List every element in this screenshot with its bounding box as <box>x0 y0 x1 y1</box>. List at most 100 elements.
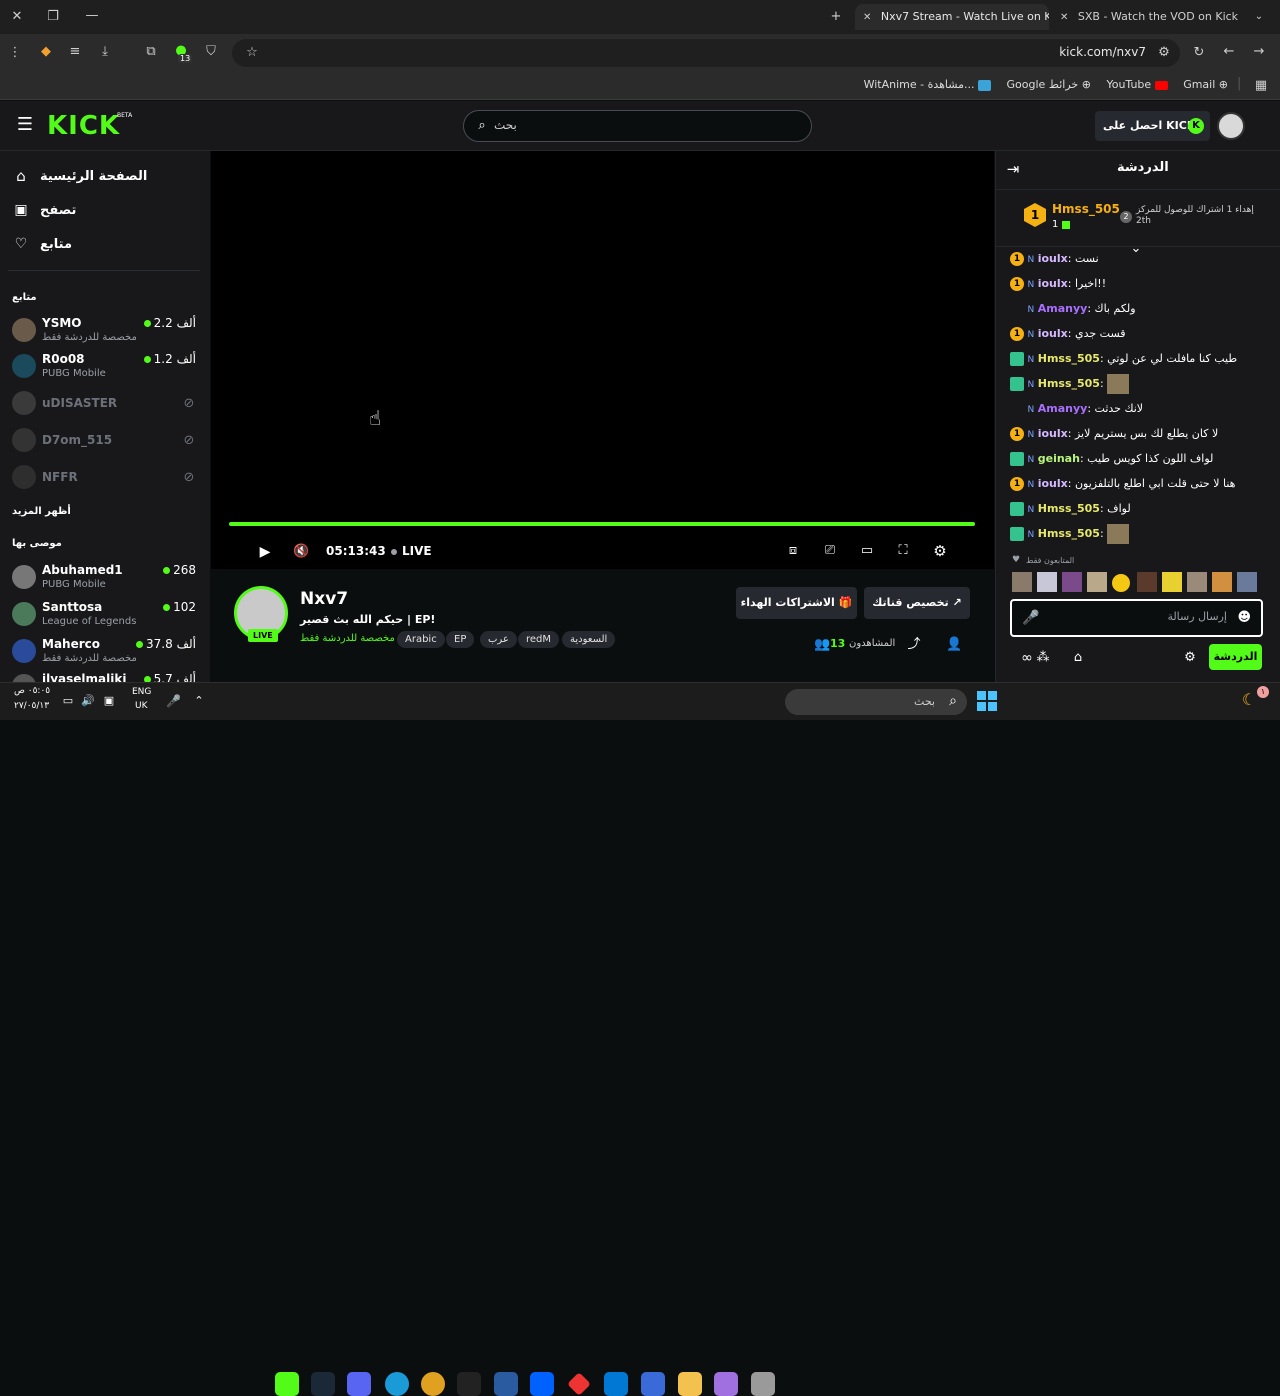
emote[interactable] <box>1062 572 1082 592</box>
chrome-icon[interactable] <box>421 1372 445 1396</box>
bookmark-google-maps[interactable]: Google خرائط ⊕ <box>1007 78 1091 91</box>
settings-gear-icon[interactable]: ⚙ <box>932 543 948 559</box>
followed-channel[interactable]: R0o08 PUBG Mobile 1.2 ألف <box>12 350 200 384</box>
emote[interactable] <box>1037 572 1057 592</box>
store-icon[interactable] <box>641 1372 665 1396</box>
kick-logo[interactable]: KICK <box>47 111 120 141</box>
restore-window-icon[interactable]: ❐ <box>45 9 61 25</box>
weather-moon-icon[interactable]: ☾ <box>1240 692 1258 708</box>
tag-pill[interactable]: Arabic <box>397 631 445 648</box>
emote[interactable] <box>1212 572 1232 592</box>
tab-sxb[interactable]: ✕ SXB - Watch the VOD on Kick K <box>1052 4 1246 30</box>
chat-username[interactable]: Amanyy <box>1038 402 1088 415</box>
shield-icon[interactable]: ⛉ <box>203 44 219 60</box>
chat-username[interactable]: Amanyy <box>1038 302 1088 315</box>
chat-username[interactable]: ioulx <box>1038 427 1068 440</box>
bookmark-star-icon[interactable]: ☆ <box>244 45 260 61</box>
tag-pill[interactable]: redM <box>518 631 560 648</box>
emote[interactable] <box>1087 572 1107 592</box>
get-kicks-button[interactable]: احصل على KICKs K <box>1095 111 1210 141</box>
stream-category[interactable]: مخصصة للدردشة فقط <box>300 633 395 644</box>
fullscreen-icon[interactable]: ⛶ <box>895 543 911 559</box>
followed-channel-offline[interactable]: NFFR ⊘ <box>12 461 200 495</box>
tab-nxv7[interactable]: ✕ Nxv7 Stream - Watch Live on Ki K <box>855 4 1049 30</box>
hamburger-menu-icon[interactable]: ☰ <box>16 116 34 134</box>
emote[interactable] <box>1137 572 1157 592</box>
bookmark-witanime[interactable]: WitAnime - مشاهدة... <box>864 78 991 91</box>
close-window-icon[interactable]: ✕ <box>9 9 25 25</box>
forward-icon[interactable]: → <box>1251 44 1267 60</box>
minimize-window-icon[interactable]: — <box>84 8 100 24</box>
emote[interactable] <box>1112 574 1130 592</box>
emote[interactable] <box>1162 572 1182 592</box>
recommended-channel[interactable]: Abuhamed1 PUBG Mobile 268 <box>12 561 200 595</box>
steam-icon[interactable] <box>311 1372 335 1396</box>
network-icon[interactable]: ▣ <box>102 693 116 709</box>
download-icon[interactable]: ⤓ <box>97 44 113 60</box>
edge-icon[interactable] <box>385 1372 409 1396</box>
tag-pill[interactable]: السعودية <box>562 631 616 648</box>
chat-username[interactable]: Hmss_505 <box>1038 527 1100 540</box>
chat-username[interactable]: geinah <box>1038 452 1080 465</box>
bookmark-gmail[interactable]: Gmail ⊕ <box>1183 78 1228 91</box>
close-tab-icon[interactable]: ✕ <box>1060 12 1068 23</box>
infinity-icon[interactable]: ∞ <box>1018 650 1036 666</box>
share-icon[interactable]: ⤴ <box>906 637 922 653</box>
extensions-puzzle-icon[interactable]: ⧉ <box>143 44 159 60</box>
video-player[interactable]: ☝ <box>211 151 994 569</box>
video-progress-bar[interactable] <box>229 522 975 526</box>
nav-home[interactable]: الصفحة الرئيسية <box>40 169 147 184</box>
chat-settings-icon[interactable]: ⚙ <box>1182 650 1198 666</box>
emote[interactable] <box>1237 572 1257 592</box>
input-region[interactable]: UK <box>135 701 148 711</box>
live-label[interactable]: LIVE <box>402 544 432 558</box>
file-explorer-icon[interactable] <box>678 1372 702 1396</box>
show-more-link[interactable]: أظهر المزيد <box>12 506 71 517</box>
chat-username[interactable]: ioulx <box>1038 252 1068 265</box>
miniplayer-icon[interactable]: ⧈ <box>785 543 801 559</box>
chat-input[interactable]: 🎤 إرسال رسالة ☻ <box>1010 599 1263 637</box>
apps-grid-icon[interactable]: ▦ <box>1253 78 1269 94</box>
copilot-icon[interactable] <box>714 1372 738 1396</box>
chat-username[interactable]: ioulx <box>1038 277 1068 290</box>
clock-date[interactable]: ٢٧/٠٥/١٣ <box>14 701 49 711</box>
microphone-icon[interactable]: 🎤 <box>166 693 181 709</box>
clock-time[interactable]: ٠٥:٠٥ ص <box>14 686 50 696</box>
emoji-icon[interactable]: ☻ <box>1237 610 1251 625</box>
tag-pill[interactable]: عرب <box>480 631 517 648</box>
pinned-gifter-banner[interactable]: 1 Hmss_505 1 2 إهداء 1 اشتراك للوصول للم… <box>996 189 1280 247</box>
microphone-icon[interactable]: 🎤 <box>1022 610 1039 626</box>
search-input[interactable]: ⌕ بحث <box>463 110 812 142</box>
new-tab-icon[interactable]: + <box>828 9 844 25</box>
chat-username[interactable]: Hmss_505 <box>1038 377 1100 390</box>
epic-games-icon[interactable] <box>457 1372 481 1396</box>
channel-name[interactable]: Nxv7 <box>300 589 348 609</box>
muted-volume-icon[interactable]: 🔇 <box>293 544 309 560</box>
cast-icon[interactable]: ⎚ <box>822 543 838 559</box>
gift-subs-button[interactable]: الاشتراكات الهداء 🎁 <box>736 587 857 619</box>
followed-channel-offline[interactable]: uDISASTER ⊘ <box>12 387 200 421</box>
send-chat-button[interactable]: الدردشة <box>1209 644 1262 670</box>
battery-icon[interactable]: ▭ <box>61 693 75 709</box>
collapse-chat-icon[interactable]: ⇥ <box>1004 161 1022 177</box>
customize-channel-button[interactable]: تخصيص قناتك ↗ <box>864 587 970 619</box>
theater-mode-icon[interactable]: ▭ <box>859 543 875 559</box>
visual-studio-icon[interactable] <box>494 1372 518 1396</box>
chat-username[interactable]: Hmss_505 <box>1038 352 1100 365</box>
extension-icon[interactable]: ◆ <box>38 44 54 60</box>
chat-username[interactable]: ioulx <box>1038 327 1068 340</box>
chat-username[interactable]: Hmss_505 <box>1038 502 1100 515</box>
close-tab-icon[interactable]: ✕ <box>863 12 871 23</box>
follow-user-icon[interactable]: 👤 <box>946 637 962 653</box>
address-bar[interactable]: ☆ kick.com/nxv7 ⚙ <box>232 39 1180 67</box>
emote[interactable] <box>1187 572 1207 592</box>
app-diamond-icon[interactable] <box>567 1372 591 1396</box>
back-icon[interactable]: ← <box>1221 44 1237 60</box>
tag-pill[interactable]: EP <box>446 631 475 648</box>
reload-icon[interactable]: ↻ <box>1191 45 1207 61</box>
window-app-icon[interactable] <box>751 1372 775 1396</box>
followed-channel-offline[interactable]: D7om_515 ⊘ <box>12 424 200 458</box>
points-icon[interactable]: ⁂ <box>1036 650 1050 666</box>
emote[interactable] <box>1012 572 1032 592</box>
playlist-icon[interactable]: ≡ <box>67 44 83 60</box>
